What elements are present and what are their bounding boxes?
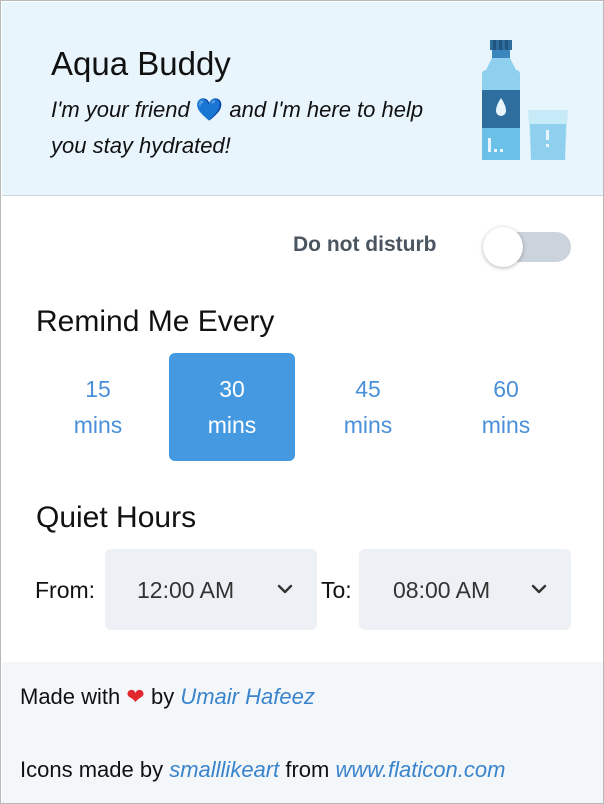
flaticon-link[interactable]: www.flaticon.com [335, 757, 505, 782]
chevron-down-icon [277, 584, 293, 594]
app-title: Aqua Buddy [51, 45, 231, 82]
toggle-knob [483, 227, 523, 267]
interval-value: 30 [219, 376, 245, 402]
interval-value: 60 [493, 376, 519, 402]
tagline: I'm your friend 💙 and I'm here to help y… [51, 92, 451, 164]
interval-60-button[interactable]: 60 mins [443, 353, 569, 461]
interval-unit: mins [73, 412, 123, 438]
to-time-select[interactable]: 08:00 AM [359, 549, 571, 630]
do-not-disturb-toggle[interactable] [483, 227, 573, 267]
footer: Made with ❤ by Umair Hafeez Icons made b… [2, 662, 603, 803]
from-text: from [285, 757, 330, 782]
do-not-disturb-label: Do not disturb [293, 233, 437, 256]
tagline-start: I'm your friend [51, 97, 190, 122]
water-bottle-and-glass-icon [482, 40, 568, 160]
interval-30-button[interactable]: 30 mins [169, 353, 295, 461]
interval-value: 15 [85, 376, 111, 402]
from-time-value: 12:00 AM [137, 577, 235, 603]
author-link[interactable]: Umair Hafeez [180, 684, 314, 709]
interval-unit: mins [207, 412, 257, 438]
made-with-text: Made with [20, 684, 121, 709]
chevron-down-icon [531, 584, 547, 594]
heart-icon: ❤ [126, 684, 145, 709]
icon-author-link[interactable]: smalllikeart [169, 757, 279, 782]
remind-me-every-title: Remind Me Every [36, 305, 275, 338]
interval-45-button[interactable]: 45 mins [305, 353, 431, 461]
interval-unit: mins [343, 412, 393, 438]
interval-15-button[interactable]: 15 mins [35, 353, 161, 461]
header-banner: Aqua Buddy I'm your friend 💙 and I'm her… [2, 2, 603, 196]
interval-value: 45 [355, 376, 381, 402]
icons-made-by-text: Icons made by [20, 757, 164, 782]
quiet-hours-title: Quiet Hours [36, 501, 197, 534]
blue-heart-icon: 💙 [195, 97, 224, 122]
from-time-select[interactable]: 12:00 AM [105, 549, 317, 630]
icon-credit: Icons made by smalllikeart from www.flat… [20, 757, 505, 783]
to-label: To: [321, 577, 352, 603]
by-text: by [150, 684, 175, 709]
made-with-credit: Made with ❤ by Umair Hafeez [20, 684, 315, 710]
to-time-value: 08:00 AM [393, 577, 491, 603]
from-label: From: [35, 577, 96, 603]
interval-unit: mins [481, 412, 531, 438]
popup-window: Aqua Buddy I'm your friend 💙 and I'm her… [0, 0, 604, 804]
